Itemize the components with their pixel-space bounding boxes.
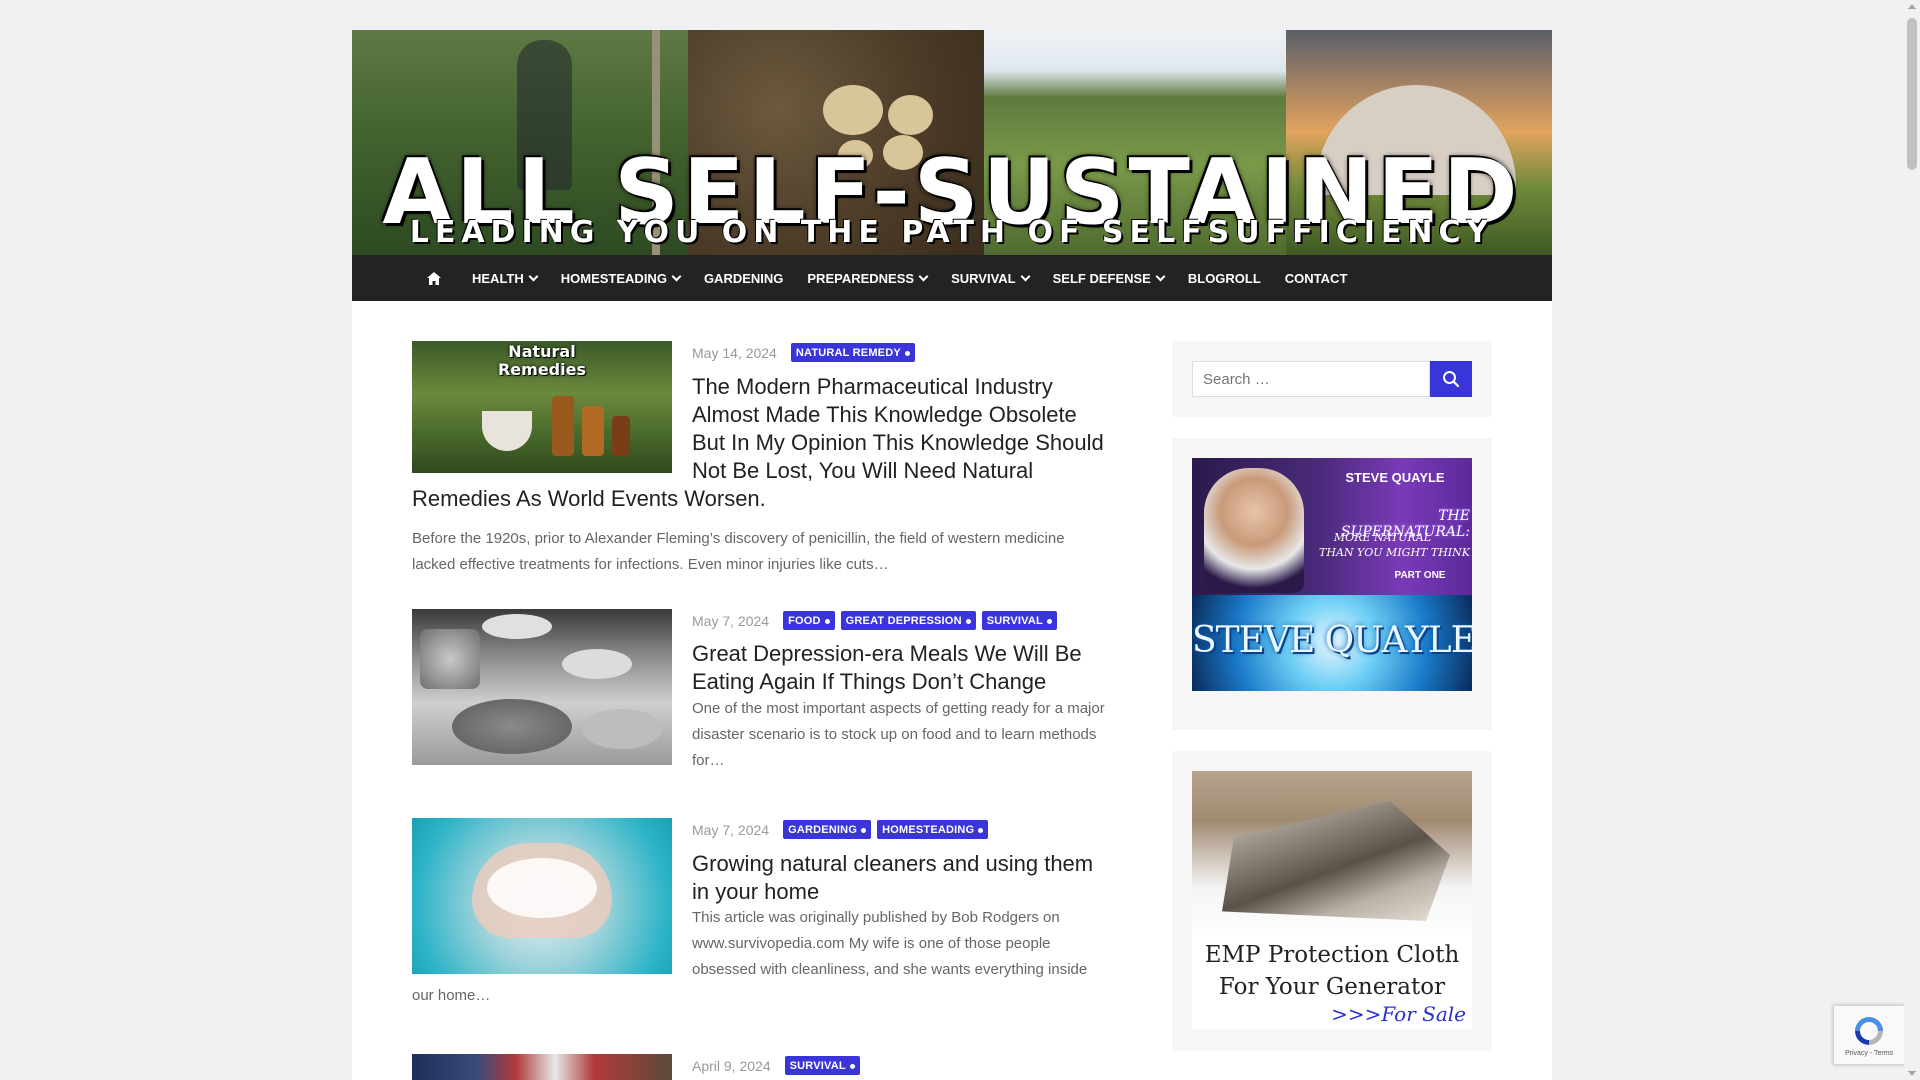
ad-cta[interactable]: >>>For Sale xyxy=(1192,1001,1466,1027)
search-widget xyxy=(1172,341,1492,417)
bottle-shape xyxy=(552,396,574,456)
chevron-down-icon xyxy=(1155,271,1166,281)
post-excerpt-tail: our home… xyxy=(412,987,491,1004)
category-badge[interactable]: FOOD xyxy=(783,611,835,630)
nav-item-label: HOMESTEADING xyxy=(560,270,667,286)
post-thumbnail[interactable] xyxy=(412,818,672,974)
chevron-down-icon xyxy=(528,271,539,281)
ad-bottom-panel: STEVE QUAYLE.com xyxy=(1192,595,1472,691)
post-title[interactable]: Great Depression-era Meals We Will Be Ea… xyxy=(692,640,1112,696)
post-thumbnail[interactable]: Natural Remedies xyxy=(412,341,672,473)
nav-item-label: GARDENING xyxy=(703,270,784,286)
post-title[interactable]: Growing natural cleaners and using them … xyxy=(692,850,1112,906)
ad-subline: THAN YOU MIGHT THINK xyxy=(1319,546,1470,559)
post-title[interactable]: The Modern Pharmaceutical Industry Almos… xyxy=(692,373,1112,485)
chevron-down-icon xyxy=(918,271,929,281)
nav-item-self-defense[interactable]: SELF DEFENSE xyxy=(1041,271,1176,286)
ad-top-panel: STEVE QUAYLE THE SUPERNATURAL: MORE NATU… xyxy=(1192,458,1472,595)
post-card: Natural Remedies May 14, 2024 NATURAL RE… xyxy=(412,341,1112,581)
post-thumbnail[interactable] xyxy=(412,1054,672,1080)
nav-item-contact[interactable]: CONTACT xyxy=(1273,271,1360,286)
post-meta: May 7, 2024 GARDENING HOMESTEADING xyxy=(692,820,989,839)
nav-item-preparedness[interactable]: PREPAREDNESS xyxy=(795,271,939,286)
post-date[interactable]: May 7, 2024 xyxy=(692,613,769,629)
recaptcha-icon xyxy=(1855,1016,1883,1045)
nav-item-survival[interactable]: SURVIVAL xyxy=(939,271,1041,286)
page-scrollbar[interactable] xyxy=(1904,0,1920,1080)
post-date[interactable]: May 7, 2024 xyxy=(692,822,769,838)
site-container: ALL SELF-SUSTAINED LEADING YOU ON THE PA… xyxy=(352,30,1552,1080)
nav-item-gardening[interactable]: GARDENING xyxy=(692,271,795,286)
banner-potato xyxy=(888,95,933,135)
recaptcha-links[interactable]: Privacy - Terms xyxy=(1845,1050,1893,1057)
chevron-down-icon xyxy=(671,271,682,281)
post-meta: April 9, 2024 SURVIVAL xyxy=(692,1056,860,1075)
mortar-shape xyxy=(482,411,532,451)
site-tagline: LEADING YOU ON THE PATH OF SELFSUFFICIEN… xyxy=(409,215,1495,250)
banner-potato xyxy=(823,85,883,135)
scroll-down-icon[interactable] xyxy=(1908,1071,1916,1076)
post-date[interactable]: May 14, 2024 xyxy=(692,345,777,361)
cloth-shape xyxy=(1222,801,1450,921)
post-title-tail[interactable]: Remedies As World Events Worsen. xyxy=(412,485,1112,513)
search-form xyxy=(1192,361,1472,397)
search-button[interactable] xyxy=(1430,361,1472,397)
category-badge[interactable]: HOMESTEADING xyxy=(877,820,989,839)
post-thumbnail[interactable] xyxy=(412,609,672,765)
bowl-shape xyxy=(562,649,632,679)
site-header-banner[interactable]: ALL SELF-SUSTAINED LEADING YOU ON THE PA… xyxy=(352,30,1552,255)
category-badge[interactable]: GREAT DEPRESSION xyxy=(840,611,976,630)
nav-item-health[interactable]: HEALTH xyxy=(460,271,549,286)
scrollbar-thumb[interactable] xyxy=(1907,18,1917,170)
foam-shape xyxy=(487,858,597,918)
search-input[interactable] xyxy=(1192,361,1430,397)
chevron-down-icon xyxy=(1020,271,1031,281)
steve-quayle-ad[interactable]: STEVE QUAYLE THE SUPERNATURAL: MORE NATU… xyxy=(1192,458,1472,691)
bowl-shape xyxy=(482,614,552,639)
nav-item-label: SURVIVAL xyxy=(951,270,1016,286)
category-badge[interactable]: SURVIVAL xyxy=(784,1056,860,1075)
category-badge[interactable]: SURVIVAL xyxy=(981,611,1057,630)
nav-item-label: PREPAREDNESS xyxy=(807,270,915,286)
pie-shape xyxy=(452,699,572,754)
bottle-shape xyxy=(582,406,604,456)
post-meta: May 7, 2024 FOOD GREAT DEPRESSION SURVIV… xyxy=(692,611,1057,630)
post-card: May 7, 2024 FOOD GREAT DEPRESSION SURVIV… xyxy=(412,609,1112,789)
ad-text-line: For Your Generator xyxy=(1218,974,1446,1000)
ad-photo xyxy=(1192,771,1472,937)
recaptcha-badge[interactable]: Privacy - Terms xyxy=(1833,1005,1905,1065)
post-card: April 9, 2024 SURVIVAL xyxy=(412,1054,1112,1080)
post-excerpt: This article was originally published by… xyxy=(692,909,1088,978)
post-excerpt: One of the most important aspects of get… xyxy=(692,700,1105,769)
emp-cloth-ad[interactable]: EMP Protection Cloth For Your Generator … xyxy=(1192,771,1472,1029)
bottle-shape xyxy=(612,416,630,456)
nav-item-label: CONTACT xyxy=(1284,270,1348,286)
ad-name: STEVE QUAYLE xyxy=(1345,470,1445,485)
home-icon[interactable] xyxy=(422,266,446,290)
ad-widget: STEVE QUAYLE THE SUPERNATURAL: MORE NATU… xyxy=(1172,438,1492,730)
thumbnail-caption: Natural Remedies xyxy=(497,342,586,379)
ad-text-line: EMP Protection Cloth xyxy=(1204,942,1460,968)
nav-item-blogroll[interactable]: BLOGROLL xyxy=(1176,271,1273,286)
nav-item-homesteading[interactable]: HOMESTEADING xyxy=(549,271,692,286)
post-card: May 7, 2024 GARDENING HOMESTEADING Growi… xyxy=(412,818,1112,1028)
ad-widget: EMP Protection Cloth For Your Generator … xyxy=(1172,751,1492,1051)
ad-site: STEVE QUAYLE.com xyxy=(1192,620,1472,661)
search-icon xyxy=(1443,371,1460,388)
post-date[interactable]: April 9, 2024 xyxy=(692,1058,771,1074)
nav-item-label: SELF DEFENSE xyxy=(1052,270,1151,286)
plate-shape xyxy=(582,709,662,749)
ad-part: PART ONE xyxy=(1394,570,1446,581)
nav-item-label: HEALTH xyxy=(472,270,524,286)
post-meta: May 14, 2024 NATURAL REMEDY xyxy=(692,343,915,362)
portrait-shape xyxy=(1204,468,1304,593)
post-excerpt: Before the 1920s, prior to Alexander Fle… xyxy=(412,530,1065,573)
ad-subline: MORE NATURAL xyxy=(1333,531,1432,544)
scroll-up-icon[interactable] xyxy=(1908,4,1916,9)
nav-item-label: BLOGROLL xyxy=(1187,270,1261,286)
category-badge[interactable]: NATURAL REMEDY xyxy=(790,343,915,362)
pot-shape xyxy=(420,629,480,689)
category-badge[interactable]: GARDENING xyxy=(783,820,872,839)
main-navigation: HEALTH HOMESTEADING GARDENING PREPAREDNE… xyxy=(352,255,1552,301)
